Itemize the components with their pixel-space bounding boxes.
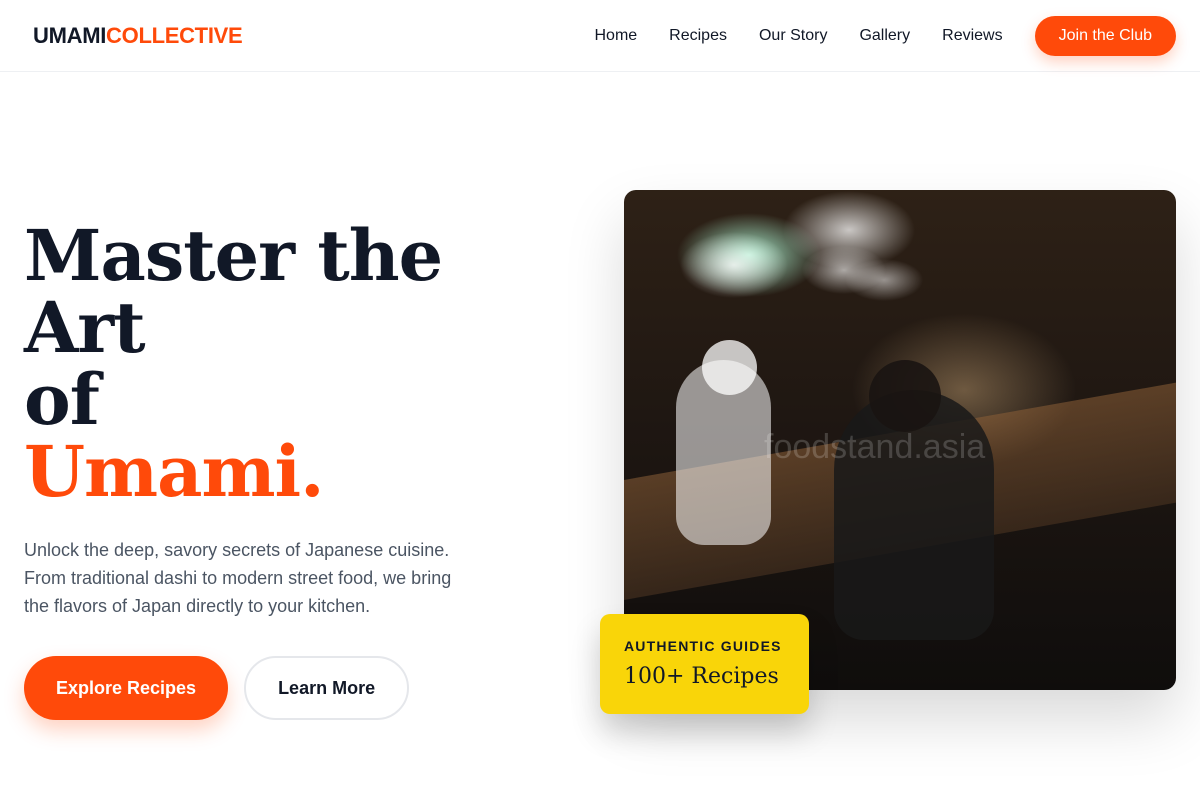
brand-right: COLLECTIVE <box>106 22 243 48</box>
hero-title-line-3: Umami. <box>24 430 325 513</box>
recipes-badge: AUTHENTIC GUIDES 100+ Recipes <box>600 614 809 714</box>
hero-description: Unlock the deep, savory secrets of Japan… <box>24 540 452 616</box>
nav-reviews-link[interactable]: Reviews <box>942 27 1002 45</box>
badge-label: AUTHENTIC GUIDES <box>624 638 782 654</box>
hero-text: Master the Art of Umami. Unlock the deep… <box>24 220 544 720</box>
top-navigation: UMAMICOLLECTIVE Home Recipes Our Story G… <box>0 0 1200 72</box>
hero-title-line-2: of <box>24 358 100 441</box>
hero-title: Master the Art of Umami. <box>24 220 544 508</box>
nav-our-story-link[interactable]: Our Story <box>759 27 827 45</box>
main-nav: Home Recipes Our Story Gallery Reviews J… <box>594 15 1176 56</box>
brand-logo[interactable]: UMAMICOLLECTIVE <box>33 22 243 48</box>
nav-recipes-link[interactable]: Recipes <box>669 27 727 45</box>
hero-actions: Explore Recipes Learn More <box>24 656 544 720</box>
customer-head <box>869 360 941 432</box>
image-watermark: foodstand.asia <box>764 428 986 466</box>
hero-title-line-1: Master the Art <box>24 214 443 369</box>
explore-recipes-button[interactable]: Explore Recipes <box>24 656 229 720</box>
nav-home-link[interactable]: Home <box>594 27 637 45</box>
hero-section: Master the Art of Umami. Unlock the deep… <box>0 72 1200 800</box>
brand-left: UMAMI <box>33 22 107 48</box>
chef-head <box>702 340 757 395</box>
badge-count: 100+ Recipes <box>624 664 779 689</box>
learn-more-button[interactable]: Learn More <box>244 656 410 720</box>
join-club-button[interactable]: Join the Club <box>1034 15 1176 56</box>
nav-gallery-link[interactable]: Gallery <box>859 27 910 45</box>
